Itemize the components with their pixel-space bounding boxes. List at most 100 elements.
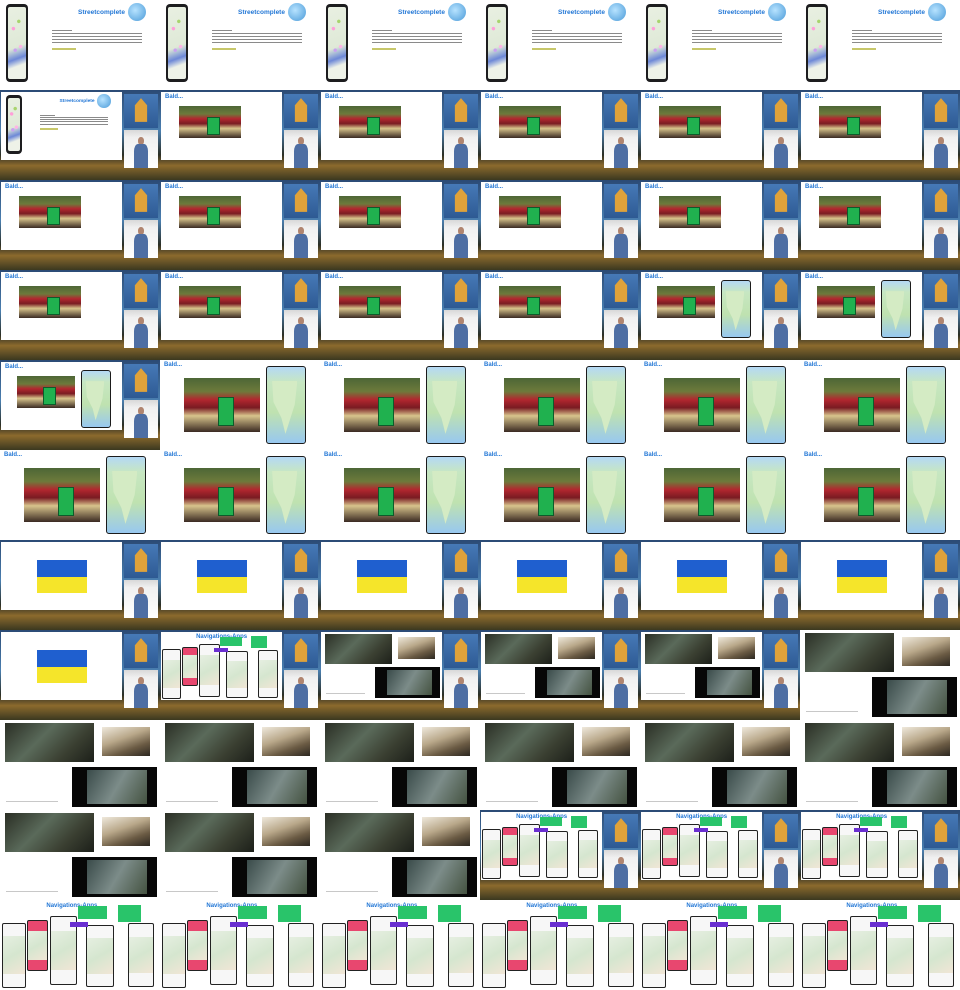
map-phone — [426, 366, 466, 444]
video-frame-thumbnail: Bald... — [320, 90, 480, 180]
slide-title: Bald... — [164, 362, 183, 368]
slide-title: Bald... — [165, 184, 184, 190]
video-frame-thumbnail — [640, 540, 800, 630]
speaker-video — [924, 220, 958, 258]
nav-app-phone — [448, 923, 474, 987]
slide-streetcomplete: Streetcomplete — [160, 0, 320, 90]
nav-app-map — [370, 930, 397, 971]
speaker-video — [764, 130, 798, 168]
feature-card — [730, 816, 748, 829]
presentation-stage — [0, 630, 160, 720]
conference-logo — [604, 184, 638, 218]
post-text-line — [692, 30, 712, 31]
post-text-line — [852, 30, 872, 31]
post-text-line — [532, 42, 622, 43]
feature-chip — [70, 921, 88, 927]
feature-card — [278, 905, 301, 922]
post-text-line — [40, 114, 55, 116]
slide-navigation: Navigations-Apps — [320, 900, 480, 990]
feature-card — [78, 906, 108, 919]
slide-title: Bald... — [324, 452, 343, 458]
traffic-photo — [817, 286, 875, 318]
nav-app-phone — [577, 829, 598, 878]
speaker-body — [774, 144, 788, 168]
slide-bald: Bald... — [320, 450, 480, 540]
conference-logo-mark — [614, 188, 628, 212]
slide-flag — [321, 542, 442, 610]
slide-bald: Bald... — [161, 182, 282, 250]
video-frame-thumbnail: Bald... — [320, 450, 480, 540]
slide-streetcomplete: Streetcomplete — [800, 0, 960, 90]
post-text-line — [532, 30, 552, 31]
map-phone — [746, 456, 786, 534]
phone-in-photo — [366, 297, 381, 316]
conference-logo-mark — [614, 98, 628, 122]
aerial-view — [247, 860, 307, 895]
presentation-stage — [0, 810, 160, 900]
presentation-stage: Bald... — [160, 360, 320, 450]
video-frame-thumbnail — [0, 810, 160, 900]
flag-yellow-stripe — [197, 576, 247, 593]
nav-app-phone — [827, 919, 849, 972]
map-landmass — [272, 470, 298, 524]
feature-card — [238, 906, 268, 919]
speaker-person — [134, 136, 148, 168]
post-text-line — [40, 116, 108, 118]
speaker-video — [764, 670, 798, 708]
slide-title: Bald... — [644, 452, 663, 458]
presentation-stage: Navigations-Apps — [160, 900, 320, 990]
phone-in-photo — [858, 396, 874, 426]
speaker-body — [134, 414, 148, 438]
traffic-photo — [504, 378, 580, 432]
ukraine-flag — [357, 560, 407, 593]
conference-logo — [764, 814, 798, 848]
traffic-photo — [339, 196, 401, 228]
caption-line — [166, 891, 218, 892]
video-frame-thumbnail — [320, 720, 480, 810]
post-text-line — [692, 39, 782, 40]
aerial-view — [727, 770, 787, 805]
slide-navigation: Navigations-Apps — [641, 812, 762, 880]
nav-app-phone — [246, 925, 274, 987]
slide-bald: Bald... — [1, 182, 122, 250]
post-text-line — [372, 30, 392, 31]
conference-logo — [604, 94, 638, 128]
speaker-person — [614, 856, 628, 888]
presentation-stage: Streetcomplete — [160, 0, 320, 90]
aerial-view — [87, 770, 147, 805]
slide-military — [160, 720, 320, 810]
slide-title: Bald... — [484, 452, 503, 458]
soldiers-photo — [164, 722, 255, 763]
post-footer-line — [40, 128, 58, 130]
slide-title: Bald... — [804, 362, 823, 368]
speaker-video — [284, 220, 318, 258]
speaker-video — [604, 670, 638, 708]
soldiers-photo — [164, 812, 255, 853]
slide-title: Bald... — [485, 184, 504, 190]
conference-logo-mark — [614, 548, 628, 572]
slide-bald: Bald... — [480, 360, 640, 450]
conference-logo — [604, 274, 638, 308]
conference-logo-mark — [934, 98, 948, 122]
map-landmass — [885, 291, 905, 331]
caption-line — [326, 891, 378, 892]
post-text-line — [532, 33, 622, 34]
speaker-video — [444, 220, 478, 258]
phone-in-photo — [526, 207, 541, 226]
speaker-body — [614, 234, 628, 258]
post-text-line — [40, 121, 108, 123]
post-text-line — [372, 42, 462, 43]
soldiers-photo — [644, 634, 713, 664]
soldier-drone-photo — [902, 637, 951, 666]
presentation-stage: Navigations-Apps — [480, 900, 640, 990]
nav-app-map — [210, 930, 237, 971]
nav-app-map — [289, 936, 313, 974]
nav-app-map — [530, 930, 557, 971]
slide-title: Streetcomplete — [59, 98, 95, 104]
soldiers-photo — [324, 722, 415, 763]
flag-blue-stripe — [677, 560, 727, 577]
nav-app-map — [407, 938, 433, 974]
conference-logo — [444, 184, 478, 218]
speaker-video — [284, 310, 318, 348]
presentation-stage — [480, 630, 640, 720]
